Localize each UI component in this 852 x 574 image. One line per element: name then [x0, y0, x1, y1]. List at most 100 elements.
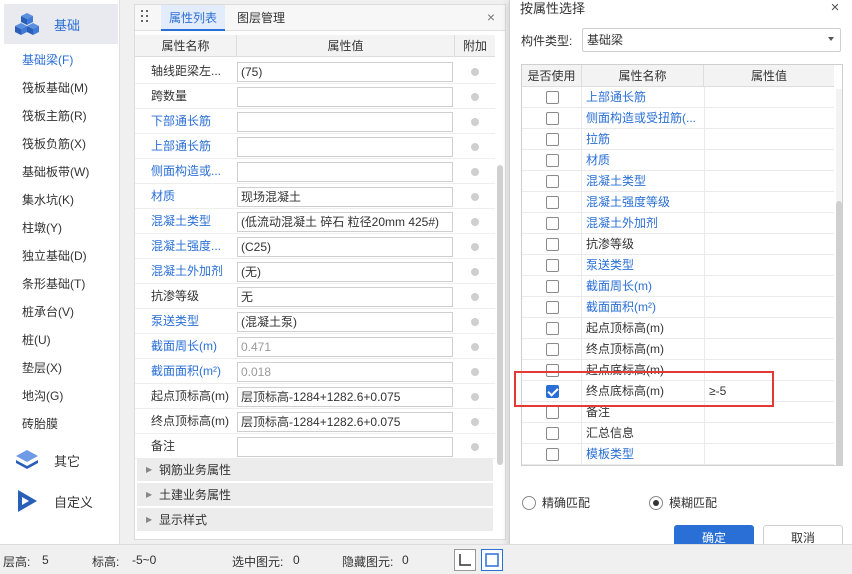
snap-mode-button[interactable]: [481, 549, 503, 571]
nav-item[interactable]: 筏板负筋(X): [22, 134, 86, 154]
filter-property-value[interactable]: [704, 255, 834, 276]
use-checkbox[interactable]: [546, 406, 559, 419]
property-name[interactable]: 混凝土强度...: [151, 234, 237, 259]
property-value-field[interactable]: (混凝土泵): [237, 312, 453, 332]
scrollbar-thumb[interactable]: [836, 201, 842, 465]
filter-property-value[interactable]: [704, 171, 834, 192]
use-checkbox[interactable]: [546, 448, 559, 461]
nav-item[interactable]: 柱墩(Y): [22, 218, 62, 238]
attach-dot-icon[interactable]: [471, 393, 479, 401]
nav-category-other[interactable]: 其它: [4, 440, 118, 480]
use-checkbox[interactable]: [546, 322, 559, 335]
component-type-select[interactable]: 基础梁: [582, 28, 841, 52]
nav-item[interactable]: 筏板主筋(R): [22, 106, 87, 126]
property-value-field[interactable]: 0.471: [237, 337, 453, 357]
filter-property-value[interactable]: [704, 444, 834, 465]
attach-dot-icon[interactable]: [471, 293, 479, 301]
attach-dot-icon[interactable]: [471, 68, 479, 76]
drag-handle-icon[interactable]: [141, 10, 151, 26]
attach-dot-icon[interactable]: [471, 193, 479, 201]
property-value-field[interactable]: [237, 437, 453, 457]
filter-property-value[interactable]: [704, 108, 834, 129]
property-name[interactable]: 下部通长筋: [151, 109, 237, 134]
property-value-field[interactable]: 现场混凝土: [237, 187, 453, 207]
attach-dot-icon[interactable]: [471, 118, 479, 126]
property-value-field[interactable]: 层顶标高-1284+1282.6+0.075: [237, 412, 453, 432]
property-name[interactable]: 材质: [151, 184, 237, 209]
nav-category-basic[interactable]: 基础: [4, 4, 118, 44]
filter-table-scrollbar[interactable]: [836, 89, 842, 465]
property-value-field[interactable]: [237, 87, 453, 107]
property-value-field[interactable]: [237, 137, 453, 157]
use-checkbox[interactable]: [546, 112, 559, 125]
use-checkbox[interactable]: [546, 133, 559, 146]
filter-property-value[interactable]: [704, 213, 834, 234]
use-checkbox[interactable]: [546, 301, 559, 314]
property-value-field[interactable]: [237, 162, 453, 182]
use-checkbox[interactable]: [546, 280, 559, 293]
property-value-field[interactable]: (低流动混凝土 碎石 粒径20mm 425#): [237, 212, 453, 232]
attach-dot-icon[interactable]: [471, 318, 479, 326]
filter-property-value[interactable]: [704, 150, 834, 171]
use-checkbox[interactable]: [546, 196, 559, 209]
use-checkbox[interactable]: [546, 259, 559, 272]
property-group[interactable]: ▶ 显示样式: [137, 508, 493, 532]
panel-close-icon[interactable]: ×: [483, 9, 499, 25]
fuzzy-match-radio[interactable]: 模糊匹配: [649, 494, 717, 512]
filter-property-value[interactable]: [704, 192, 834, 213]
nav-item[interactable]: 条形基础(T): [22, 274, 85, 294]
nav-item[interactable]: 垫层(X): [22, 358, 62, 378]
property-name[interactable]: 混凝土类型: [151, 209, 237, 234]
filter-property-value[interactable]: [704, 234, 834, 255]
nav-item[interactable]: 集水坑(K): [22, 190, 74, 210]
property-name[interactable]: 混凝土外加剂: [151, 259, 237, 284]
nav-category-custom[interactable]: 自定义: [4, 481, 118, 521]
use-checkbox[interactable]: [546, 91, 559, 104]
panel-scrollbar[interactable]: [497, 165, 503, 465]
property-name[interactable]: 上部通长筋: [151, 134, 237, 159]
property-value-field[interactable]: [237, 112, 453, 132]
property-value-field[interactable]: (75): [237, 62, 453, 82]
attach-dot-icon[interactable]: [471, 243, 479, 251]
use-checkbox[interactable]: [546, 238, 559, 251]
property-name[interactable]: 截面周长(m): [151, 334, 237, 359]
use-checkbox[interactable]: [546, 175, 559, 188]
filter-property-value[interactable]: [704, 339, 834, 360]
tab-layer-manager[interactable]: 图层管理: [229, 5, 293, 31]
use-checkbox[interactable]: [546, 154, 559, 167]
nav-item[interactable]: 地沟(G): [22, 386, 63, 406]
filter-property-value[interactable]: [704, 276, 834, 297]
nav-item[interactable]: 桩承台(V): [22, 302, 74, 322]
attach-dot-icon[interactable]: [471, 143, 479, 151]
attach-dot-icon[interactable]: [471, 268, 479, 276]
attach-dot-icon[interactable]: [471, 168, 479, 176]
filter-property-value[interactable]: [704, 318, 834, 339]
filter-property-value[interactable]: [704, 129, 834, 150]
nav-item[interactable]: 砖胎膜: [22, 414, 58, 434]
property-group[interactable]: ▶ 钢筋业务属性: [137, 458, 493, 482]
attach-dot-icon[interactable]: [471, 93, 479, 101]
ortho-mode-button[interactable]: [454, 549, 476, 571]
nav-item[interactable]: 基础板带(W): [22, 162, 89, 182]
dialog-close-icon[interactable]: ×: [826, 0, 844, 18]
nav-item[interactable]: 独立基础(D): [22, 246, 87, 266]
use-checkbox[interactable]: [546, 427, 559, 440]
nav-item[interactable]: 筏板基础(M): [22, 78, 88, 98]
tab-property-list[interactable]: 属性列表: [161, 5, 226, 31]
exact-match-radio[interactable]: 精确匹配: [522, 494, 590, 512]
property-value-field[interactable]: (C25): [237, 237, 453, 257]
attach-dot-icon[interactable]: [471, 368, 479, 376]
attach-dot-icon[interactable]: [471, 218, 479, 226]
attach-dot-icon[interactable]: [471, 418, 479, 426]
nav-item[interactable]: 基础梁(F): [22, 50, 73, 70]
nav-item[interactable]: 桩(U): [22, 330, 51, 350]
property-name[interactable]: 泵送类型: [151, 309, 237, 334]
attach-dot-icon[interactable]: [471, 443, 479, 451]
property-value-field[interactable]: 层顶标高-1284+1282.6+0.075: [237, 387, 453, 407]
property-value-field[interactable]: 无: [237, 287, 453, 307]
filter-property-value[interactable]: [704, 297, 834, 318]
filter-property-value[interactable]: [704, 87, 834, 108]
property-value-field[interactable]: 0.018: [237, 362, 453, 382]
nav-scrollbar[interactable]: [120, 0, 128, 544]
use-checkbox[interactable]: [546, 343, 559, 356]
